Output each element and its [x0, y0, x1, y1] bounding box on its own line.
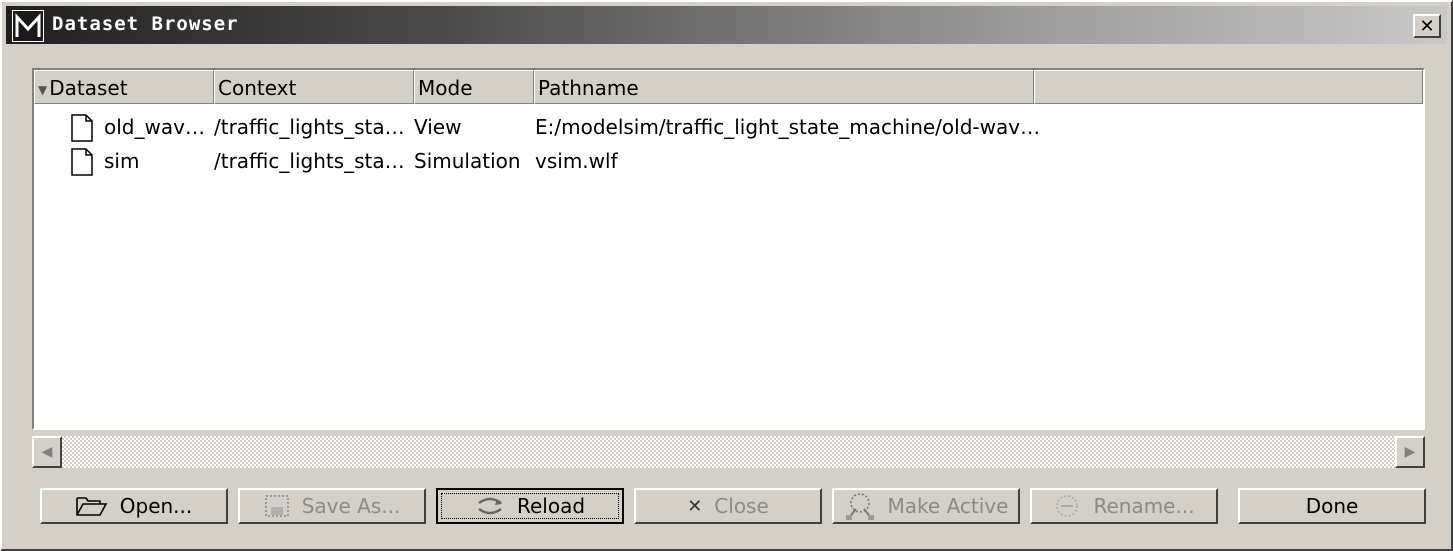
dataset-list[interactable]: ▼ Dataset Context Mode Pathname old_wav… …: [32, 68, 1425, 430]
done-button-label: Done: [1305, 494, 1359, 518]
sort-descending-icon: ▼: [38, 82, 48, 97]
column-header-context-label: Context: [218, 76, 297, 100]
make-active-icon: [845, 493, 874, 520]
dataset-browser-window: Dataset Browser ✕ ▼ Dataset Context Mode …: [0, 0, 1453, 551]
save-as-button[interactable]: Save As...: [238, 488, 426, 524]
close-button-label: Close: [714, 494, 769, 518]
open-button-label: Open...: [119, 494, 193, 518]
table-row[interactable]: old_wav… /traffic_lights_sta… View E:/mo…: [34, 110, 1423, 144]
reload-button-label: Reload: [516, 494, 586, 518]
cell-dataset: sim: [104, 149, 140, 173]
reload-icon: [478, 497, 502, 515]
column-header-dataset-label: Dataset: [49, 76, 128, 100]
list-header: ▼ Dataset Context Mode Pathname: [34, 70, 1423, 104]
reload-button[interactable]: Reload: [436, 488, 624, 524]
scroll-right-button[interactable]: ▶: [1395, 436, 1425, 468]
close-button[interactable]: ✕ Close: [634, 488, 822, 524]
x-icon: ✕: [687, 495, 703, 517]
column-header-filler: [1034, 70, 1423, 104]
arrow-left-icon: ◀: [41, 444, 53, 460]
scroll-left-button[interactable]: ◀: [32, 436, 62, 468]
horizontal-scrollbar[interactable]: ◀ ▶: [32, 436, 1425, 468]
column-header-mode-label: Mode: [418, 76, 473, 100]
rename-icon: [1056, 495, 1079, 517]
file-icon: [71, 148, 93, 176]
open-button[interactable]: Open...: [40, 488, 228, 524]
close-window-button[interactable]: ✕: [1413, 14, 1441, 38]
save-as-button-label: Save As...: [301, 494, 401, 518]
cell-mode: Simulation: [414, 149, 521, 173]
done-button[interactable]: Done: [1238, 488, 1426, 524]
cell-dataset: old_wav…: [104, 115, 205, 139]
column-header-context[interactable]: Context: [214, 70, 414, 104]
close-icon: ✕: [1419, 15, 1435, 37]
make-active-button[interactable]: Make Active: [832, 488, 1020, 524]
cell-context: /traffic_lights_sta…: [214, 115, 405, 139]
column-header-pathname-label: Pathname: [538, 76, 639, 100]
column-header-mode[interactable]: Mode: [414, 70, 534, 104]
rename-button[interactable]: Rename...: [1030, 488, 1218, 524]
rename-button-label: Rename...: [1093, 494, 1195, 518]
modelsim-logo-icon: [12, 10, 44, 42]
cell-pathname: vsim.wlf: [535, 149, 618, 173]
folder-open-icon: [75, 497, 108, 516]
save-icon: [264, 495, 289, 517]
cell-context: /traffic_lights_sta…: [214, 149, 405, 173]
arrow-right-icon: ▶: [1404, 444, 1416, 460]
file-icon: [71, 114, 93, 142]
column-header-dataset[interactable]: ▼ Dataset: [34, 70, 214, 104]
title-bar[interactable]: Dataset Browser ✕: [6, 6, 1447, 44]
make-active-button-label: Make Active: [887, 494, 1009, 518]
cell-mode: View: [414, 115, 462, 139]
column-header-pathname[interactable]: Pathname: [534, 70, 1034, 104]
cell-pathname: E:/modelsim/traffic_light_state_machine/…: [535, 115, 1041, 139]
table-row[interactable]: sim /traffic_lights_sta… Simulation vsim…: [34, 144, 1423, 178]
window-title: Dataset Browser: [52, 13, 239, 35]
